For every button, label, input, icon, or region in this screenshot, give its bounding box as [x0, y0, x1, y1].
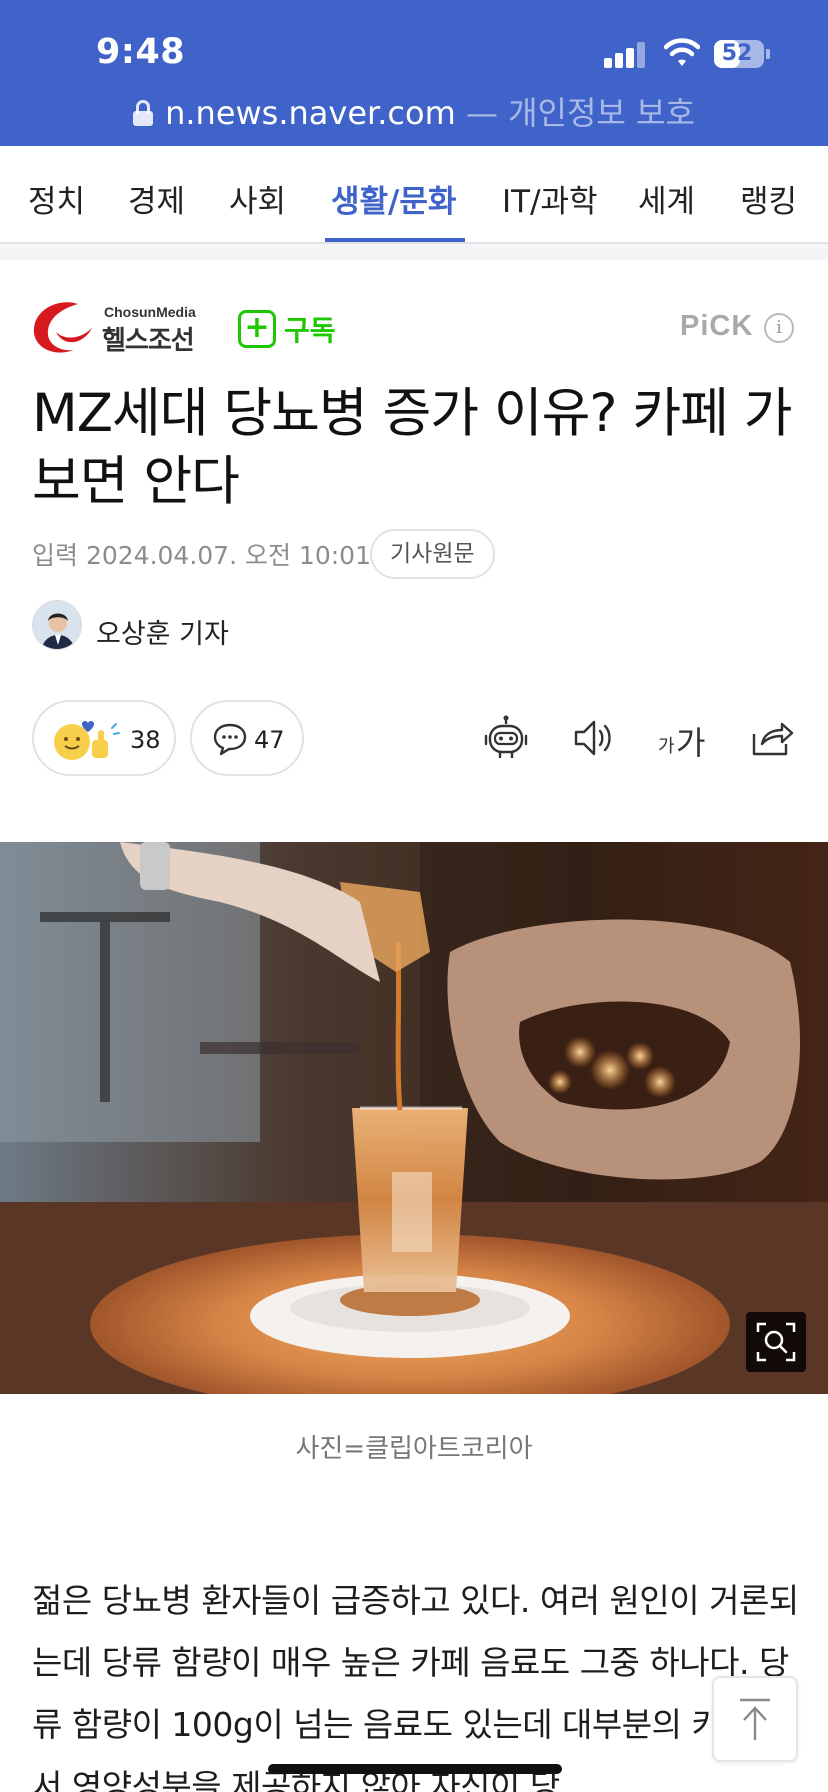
battery-icon: 52: [714, 40, 764, 68]
robot-summary-icon[interactable]: [482, 714, 530, 762]
iced-coffee-image: [0, 842, 828, 1394]
reaction-count: 38: [130, 726, 161, 754]
battery-level: 52: [721, 41, 753, 66]
tab-politics[interactable]: 정치: [28, 176, 85, 221]
publisher-logo[interactable]: ChosunMedia 헬스조선: [30, 296, 216, 358]
pick-label: PiCK: [680, 310, 754, 342]
tab-life-culture[interactable]: 생활/문화: [331, 176, 456, 221]
original-article-button[interactable]: 기사원문: [370, 529, 495, 579]
comment-count: 47: [254, 726, 285, 754]
status-time: 9:48: [96, 32, 186, 72]
article-dateline: 입력 2024.04.07. 오전 10:01: [32, 541, 371, 570]
reaction-button[interactable]: 38: [32, 700, 176, 776]
scroll-to-top-button[interactable]: [712, 1676, 798, 1762]
logo-swoosh-icon: [33, 302, 92, 353]
category-tabs: 정치 경제 사회 생활/문화 IT/과학 세계 랭킹: [0, 146, 828, 244]
lock-icon: [133, 100, 154, 126]
font-size-large-label: 가: [676, 724, 706, 762]
tab-it-science[interactable]: IT/과학: [502, 176, 598, 221]
subscribe-label: 구독: [284, 314, 336, 347]
logo-korean-text: 헬스조선: [102, 326, 195, 356]
zoom-image-icon[interactable]: [746, 1312, 806, 1372]
author-avatar: [32, 600, 82, 650]
article-photo[interactable]: [0, 842, 828, 1394]
author-name: 오상훈 기자: [96, 619, 229, 650]
plus-icon: +: [238, 310, 276, 348]
wifi-icon: [664, 38, 700, 66]
subscribe-button[interactable]: + 구독: [238, 309, 336, 349]
browser-top-bar: 9:48 52 n.news.naver.com — 개인정보 보호: [0, 0, 828, 146]
comment-button[interactable]: 47: [190, 700, 304, 776]
font-size-button[interactable]: 가 가: [656, 714, 712, 762]
tab-ranking[interactable]: 랭킹: [740, 176, 797, 221]
home-indicator: [268, 1764, 562, 1774]
active-tab-indicator: [325, 238, 465, 242]
arrow-up-icon: [740, 1698, 770, 1740]
article-body: 젊은 당뇨병 환자들이 급증하고 있다. 여러 원인이 거론되는데 당류 함량이…: [32, 1581, 799, 1792]
url-separator: —: [455, 94, 509, 132]
font-size-small-label: 가: [658, 736, 675, 757]
tab-world[interactable]: 세계: [638, 176, 695, 221]
tab-society[interactable]: 사회: [229, 176, 286, 221]
article-headline: MZ세대 당뇨병 증가 이유? 카페 가보면 안다: [32, 383, 793, 512]
address-bar[interactable]: n.news.naver.com — 개인정보 보호: [0, 88, 828, 132]
cellular-signal-icon: [604, 42, 646, 68]
speaker-icon[interactable]: [570, 714, 618, 762]
privacy-label: 개인정보 보호: [508, 94, 695, 132]
section-divider: [0, 244, 828, 260]
emoji-reaction-icon: [54, 721, 120, 760]
photo-caption: 사진=클립아트코리아: [295, 1434, 533, 1464]
battery-tip: [766, 49, 770, 59]
tab-economy[interactable]: 경제: [128, 176, 185, 221]
url-text: n.news.naver.com: [165, 94, 456, 132]
share-icon[interactable]: [748, 714, 796, 762]
info-icon[interactable]: i: [764, 313, 794, 343]
comment-icon: [213, 723, 247, 756]
logo-english-text: ChosunMedia: [104, 304, 196, 320]
